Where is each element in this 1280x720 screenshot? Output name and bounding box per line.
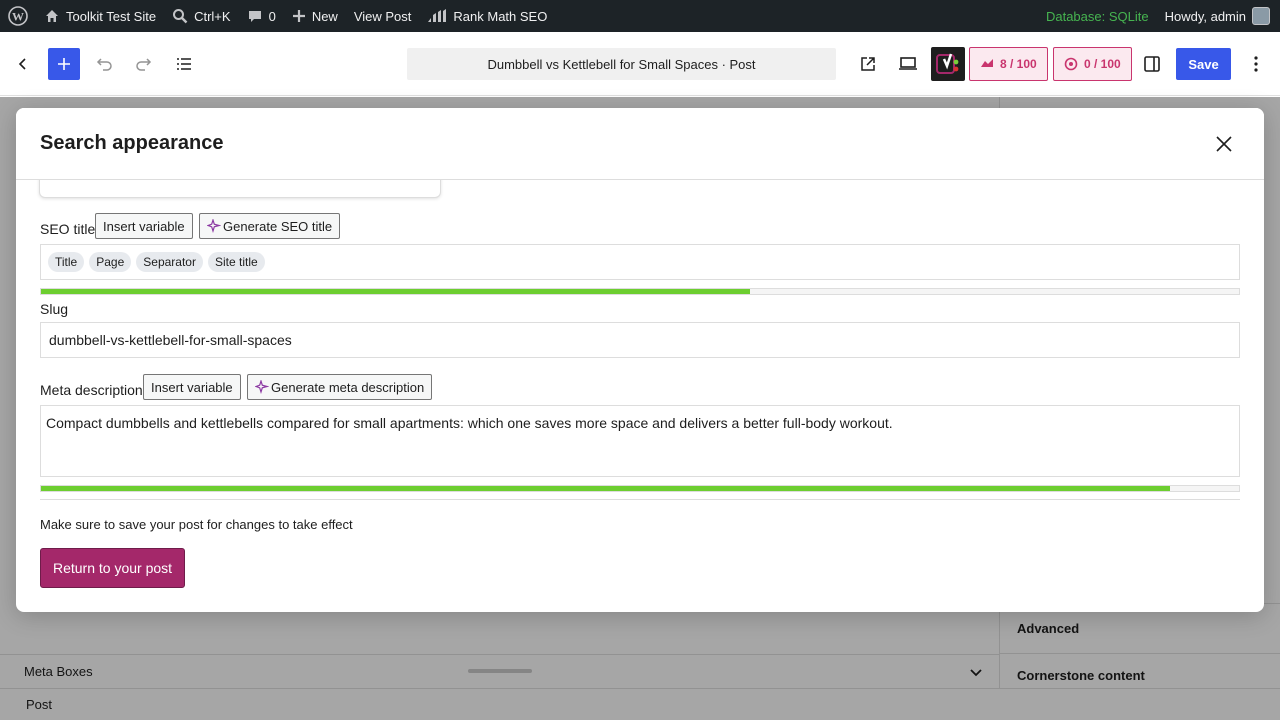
insert-variable-button[interactable]: Insert variable (95, 213, 193, 239)
view-post-label: View Post (353, 8, 412, 24)
rank-math-icon (428, 9, 447, 22)
meta-description-field[interactable]: Compact dumbbells and kettlebells compar… (40, 405, 1240, 477)
svg-text:W: W (12, 10, 24, 24)
rank-math-link[interactable]: Rank Math SEO (419, 0, 555, 32)
yoast-seo-button[interactable] (931, 47, 965, 81)
undo-button[interactable] (84, 44, 124, 84)
insert-variable-label: Insert variable (103, 218, 185, 234)
plus-icon (58, 58, 70, 70)
new-content-link[interactable]: New (284, 0, 346, 32)
desktop-icon (899, 57, 917, 70)
undo-icon (96, 58, 112, 71)
variable-pill-title[interactable]: Title (48, 252, 85, 272)
command-search[interactable]: Ctrl+K (164, 0, 238, 32)
save-button[interactable]: Save (1176, 48, 1231, 80)
back-button[interactable] (3, 44, 43, 84)
insert-variable-button-meta[interactable]: Insert variable (143, 374, 241, 400)
editor-toolbar: Dumbbell vs Kettlebell for Small Spaces … (0, 32, 1280, 96)
view-post-link[interactable]: View Post (346, 0, 420, 32)
seo-title-label: SEO title (40, 221, 96, 237)
wordpress-logo-icon[interactable]: W (0, 0, 36, 32)
sparkle-icon (255, 380, 269, 394)
seo-title-progress-fill (41, 289, 751, 294)
variable-pill-page[interactable]: Page (89, 252, 132, 272)
new-label: New (311, 8, 338, 24)
chevron-left-icon (18, 58, 26, 70)
seo-title-progress (40, 288, 1240, 295)
search-appearance-modal: Search appearance SEO title Insert varia… (16, 108, 1264, 612)
meta-description-value: Compact dumbbells and kettlebells compar… (46, 415, 893, 431)
return-to-post-button[interactable]: Return to your post (40, 548, 185, 588)
meta-description-progress (40, 485, 1240, 492)
list-view-icon (177, 58, 191, 70)
target-icon (1064, 57, 1078, 71)
return-label: Return to your post (52, 560, 173, 576)
slug-value: dumbbell-vs-kettlebell-for-small-spaces (49, 332, 292, 348)
document-overview-button[interactable] (164, 44, 204, 84)
add-block-button[interactable] (48, 48, 80, 80)
settings-sidebar-toggle[interactable] (1132, 44, 1172, 84)
home-icon (46, 10, 58, 22)
options-button[interactable] (1236, 44, 1276, 84)
plus-icon (292, 10, 305, 22)
admin-bar: W Toolkit Test Site Ctrl+K 0 New View Po… (0, 0, 1280, 32)
generate-meta-label: Generate meta description (271, 379, 425, 395)
slug-label: Slug (40, 301, 69, 317)
modal-title: Search appearance (40, 132, 224, 154)
comments-link[interactable]: 0 (239, 0, 284, 32)
close-icon (1216, 136, 1232, 152)
external-link-icon (861, 57, 875, 71)
preview-button[interactable] (888, 44, 928, 84)
generate-seo-title-button[interactable]: Generate SEO title (199, 213, 341, 239)
yoast-logo-icon (936, 53, 959, 74)
avatar (1252, 7, 1270, 25)
site-name-link[interactable]: Toolkit Test Site (36, 0, 164, 32)
modal-header: Search appearance (16, 108, 1264, 180)
sparkle-icon (207, 219, 221, 233)
variable-pill-site-title[interactable]: Site title (207, 252, 265, 272)
seo-score: 0 / 100 (1084, 57, 1121, 71)
readability-score-button[interactable]: 8 / 100 (969, 47, 1048, 81)
save-note: Make sure to save your post for changes … (40, 517, 353, 532)
document-title: Dumbbell vs Kettlebell for Small Spaces … (487, 56, 756, 72)
generate-meta-description-button[interactable]: Generate meta description (247, 374, 433, 400)
site-name: Toolkit Test Site (66, 8, 157, 24)
divider (40, 499, 1240, 500)
readability-score: 8 / 100 (1000, 57, 1037, 71)
close-button[interactable] (1210, 130, 1238, 158)
comments-count: 0 (268, 8, 276, 24)
more-vertical-icon (1254, 56, 1258, 72)
howdy-label: Howdy, admin (1164, 8, 1246, 24)
insert-variable-meta-label: Insert variable (151, 379, 233, 395)
slug-input[interactable]: dumbbell-vs-kettlebell-for-small-spaces (40, 322, 1240, 358)
sidebar-icon (1144, 56, 1160, 72)
rank-math-label: Rank Math SEO (453, 8, 548, 24)
score-icon (981, 59, 993, 67)
redo-button[interactable] (124, 44, 164, 84)
search-shortcut: Ctrl+K (194, 8, 231, 24)
variable-pill-separator[interactable]: Separator (136, 252, 203, 272)
seo-title-field[interactable]: Title Page Separator Site title (40, 244, 1240, 280)
view-post-button[interactable] (848, 44, 888, 84)
seo-score-button[interactable]: 0 / 100 (1053, 47, 1132, 81)
account-menu[interactable]: Howdy, admin (1157, 0, 1280, 32)
document-title-bar[interactable]: Dumbbell vs Kettlebell for Small Spaces … (407, 48, 836, 80)
redo-icon (136, 58, 152, 71)
search-icon (173, 9, 188, 24)
database-status: Database: SQLite (1045, 8, 1149, 24)
generate-seo-title-label: Generate SEO title (223, 218, 333, 234)
comment-icon (248, 11, 261, 22)
meta-description-progress-fill (41, 486, 1170, 491)
meta-description-label: Meta description (40, 382, 143, 398)
